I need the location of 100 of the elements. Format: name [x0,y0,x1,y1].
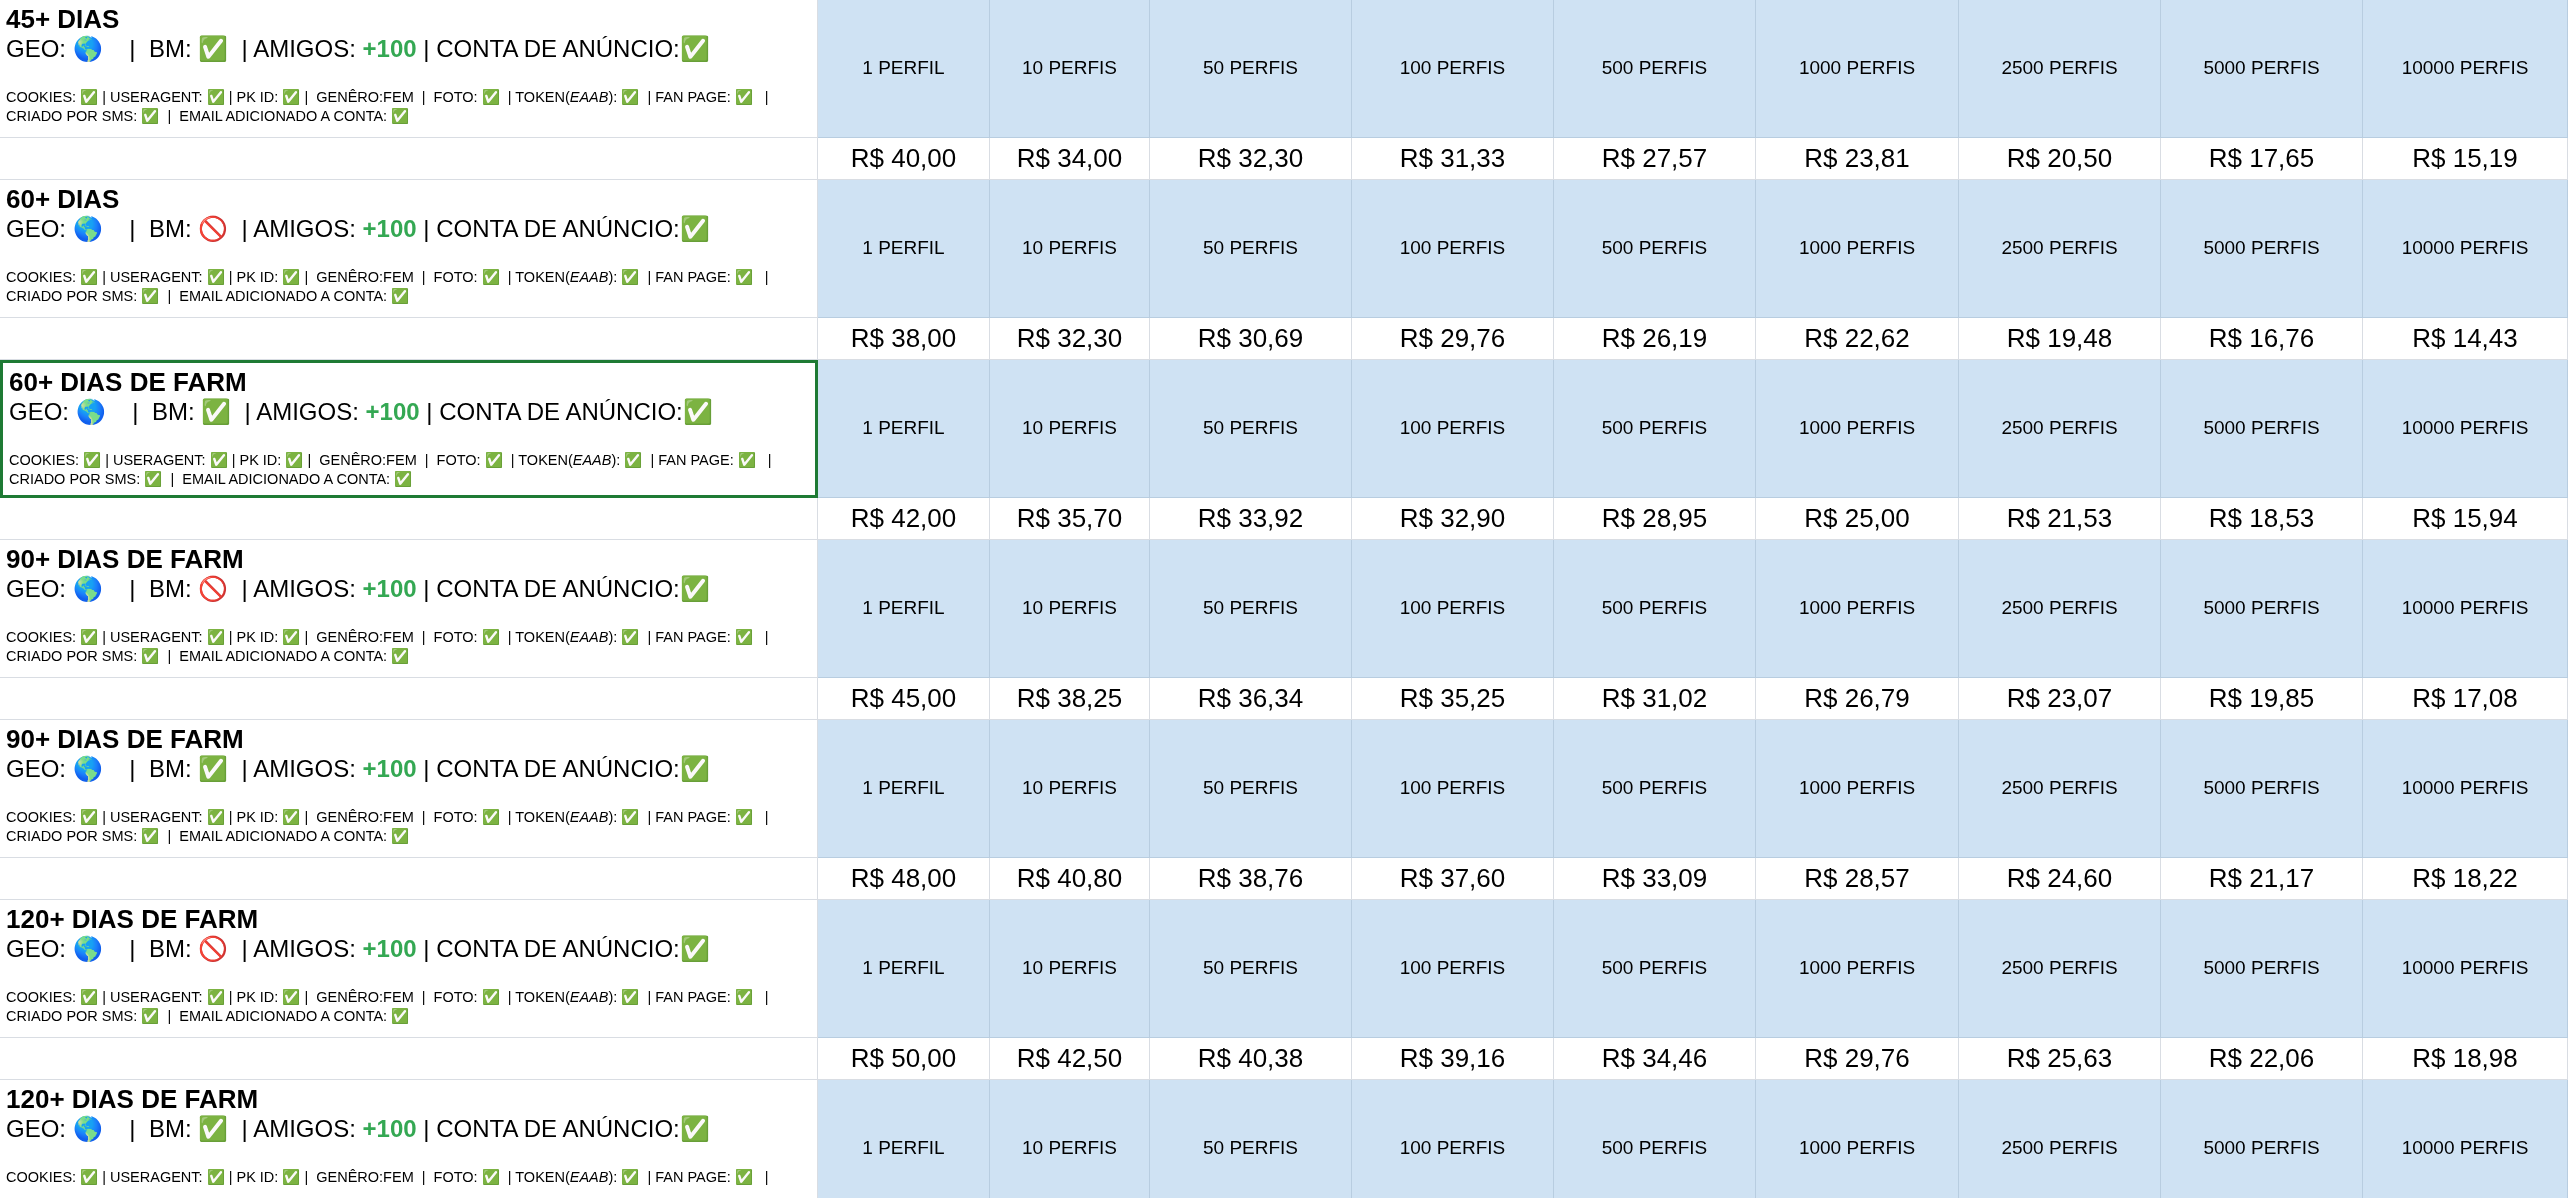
tier-cell: 5000 PERFIS [2161,0,2363,138]
tier-cell: 1 PERFIL [818,720,990,858]
price-cell: R$ 40,00 [818,138,990,180]
price-cell: R$ 32,30 [990,318,1150,360]
tier-cell: 5000 PERFIS [2161,720,2363,858]
price-cell: R$ 48,00 [818,858,990,900]
price-cell: R$ 38,25 [990,678,1150,720]
product-summary: GEO: 🌎 | BM: ✅ | AMIGOS: +100 | CONTA DE ANÚNCIO:✅ [6,1114,711,1144]
tier-cell: 50 PERFIS [1150,0,1352,138]
tier-cell: 10 PERFIS [990,180,1150,318]
price-cell: R$ 28,57 [1756,858,1959,900]
tier-cell: 500 PERFIS [1554,720,1756,858]
tier-cell: 50 PERFIS [1150,720,1352,858]
product-summary: GEO: 🌎 | BM: ✅ | AMIGOS: +100 | CONTA DE ANÚNCIO:✅ [6,754,711,784]
tier-cell: 2500 PERFIS [1959,180,2161,318]
tier-cell: 10000 PERFIS [2363,1080,2568,1198]
tier-cell: 500 PERFIS [1554,180,1756,318]
price-cell: R$ 19,85 [2161,678,2363,720]
tier-cell: 1 PERFIL [818,1080,990,1198]
product-details: COOKIES: ✅ | USERAGENT: ✅ | PK ID: ✅ | GENÊRO:FEM | FOTO: ✅ | TOKEN(EAAB): ✅ | FAN PAGE: ✅ | [9,451,773,470]
price-cell: R$ 28,95 [1554,498,1756,540]
price-cell: R$ 25,00 [1756,498,1959,540]
tier-cell: 10 PERFIS [990,360,1150,498]
tier-cell: 50 PERFIS [1150,540,1352,678]
product-details: CRIADO POR SMS: ✅ | EMAIL ADICIONADO A CONTA: ✅ [6,287,411,306]
price-cell: R$ 25,63 [1959,1038,2161,1080]
price-cell: R$ 50,00 [818,1038,990,1080]
tier-cell: 10000 PERFIS [2363,540,2568,678]
price-cell: R$ 26,79 [1756,678,1959,720]
price-cell: R$ 20,50 [1959,138,2161,180]
tier-cell: 100 PERFIS [1352,0,1554,138]
tier-cell: 50 PERFIS [1150,180,1352,318]
price-cell: R$ 38,76 [1150,858,1352,900]
tier-cell: 2500 PERFIS [1959,720,2161,858]
product-title: 45+ DIAS [6,4,121,34]
product-details: CRIADO POR SMS: ✅ | EMAIL ADICIONADO A CONTA: ✅ [6,647,411,666]
price-cell: R$ 23,81 [1756,138,1959,180]
price-cell: R$ 14,43 [2363,318,2568,360]
price-cell: R$ 18,22 [2363,858,2568,900]
price-cell: R$ 32,90 [1352,498,1554,540]
tier-cell: 10000 PERFIS [2363,720,2568,858]
product-title: 120+ DIAS DE FARM [6,1084,260,1114]
product-details: CRIADO POR SMS: ✅ | EMAIL ADICIONADO A CONTA: ✅ [6,107,411,126]
tier-cell: 2500 PERFIS [1959,0,2161,138]
product-summary: GEO: 🌎 | BM: 🚫 | AMIGOS: +100 | CONTA DE ANÚNCIO:✅ [6,574,711,604]
tier-cell: 500 PERFIS [1554,1080,1756,1198]
tier-cell: 1000 PERFIS [1756,180,1959,318]
tier-cell: 1000 PERFIS [1756,540,1959,678]
price-cell: R$ 17,08 [2363,678,2568,720]
price-cell: R$ 18,53 [2161,498,2363,540]
price-cell: R$ 42,00 [818,498,990,540]
price-cell: R$ 32,30 [1150,138,1352,180]
price-cell: R$ 31,02 [1554,678,1756,720]
tier-cell: 10 PERFIS [990,1080,1150,1198]
price-cell: R$ 19,48 [1959,318,2161,360]
price-cell: R$ 27,57 [1554,138,1756,180]
tier-cell: 1000 PERFIS [1756,720,1959,858]
tier-cell: 1 PERFIL [818,0,990,138]
price-cell: R$ 33,92 [1150,498,1352,540]
price-cell: R$ 21,53 [1959,498,2161,540]
tier-cell: 10000 PERFIS [2363,180,2568,318]
price-cell: R$ 42,50 [990,1038,1150,1080]
price-cell: R$ 29,76 [1352,318,1554,360]
price-cell: R$ 33,09 [1554,858,1756,900]
price-cell: R$ 40,38 [1150,1038,1352,1080]
tier-cell: 2500 PERFIS [1959,900,2161,1038]
tier-cell: 5000 PERFIS [2161,1080,2363,1198]
tier-cell: 1000 PERFIS [1756,360,1959,498]
product-title: 120+ DIAS DE FARM [6,904,260,934]
price-cell: R$ 16,76 [2161,318,2363,360]
product-details: COOKIES: ✅ | USERAGENT: ✅ | PK ID: ✅ | GENÊRO:FEM | FOTO: ✅ | TOKEN(EAAB): ✅ | FAN PAGE: ✅ | [6,808,770,827]
tier-cell: 10000 PERFIS [2363,360,2568,498]
price-cell: R$ 34,46 [1554,1038,1756,1080]
tier-cell: 500 PERFIS [1554,360,1756,498]
tier-cell: 10 PERFIS [990,720,1150,858]
product-title: 90+ DIAS DE FARM [6,724,245,754]
tier-cell: 5000 PERFIS [2161,900,2363,1038]
price-cell: R$ 35,70 [990,498,1150,540]
tier-cell: 50 PERFIS [1150,360,1352,498]
price-cell: R$ 36,34 [1150,678,1352,720]
tier-cell: 100 PERFIS [1352,1080,1554,1198]
price-cell: R$ 17,65 [2161,138,2363,180]
price-cell: R$ 34,00 [990,138,1150,180]
price-cell: R$ 31,33 [1352,138,1554,180]
tier-cell: 10000 PERFIS [2363,0,2568,138]
price-cell: R$ 39,16 [1352,1038,1554,1080]
product-summary: GEO: 🌎 | BM: 🚫 | AMIGOS: +100 | CONTA DE ANÚNCIO:✅ [6,934,711,964]
price-cell: R$ 23,07 [1959,678,2161,720]
product-details: COOKIES: ✅ | USERAGENT: ✅ | PK ID: ✅ | GENÊRO:FEM | FOTO: ✅ | TOKEN(EAAB): ✅ | FAN PAGE: ✅ | [6,268,770,287]
product-details: CRIADO POR SMS: ✅ | EMAIL ADICIONADO A CONTA: ✅ [6,827,411,846]
tier-cell: 1000 PERFIS [1756,0,1959,138]
price-cell: R$ 15,19 [2363,138,2568,180]
tier-cell: 1000 PERFIS [1756,1080,1959,1198]
price-cell: R$ 40,80 [990,858,1150,900]
price-cell: R$ 22,62 [1756,318,1959,360]
tier-cell: 5000 PERFIS [2161,180,2363,318]
tier-cell: 1 PERFIL [818,180,990,318]
tier-cell: 2500 PERFIS [1959,360,2161,498]
product-title: 60+ DIAS DE FARM [9,367,248,397]
tier-cell: 100 PERFIS [1352,540,1554,678]
